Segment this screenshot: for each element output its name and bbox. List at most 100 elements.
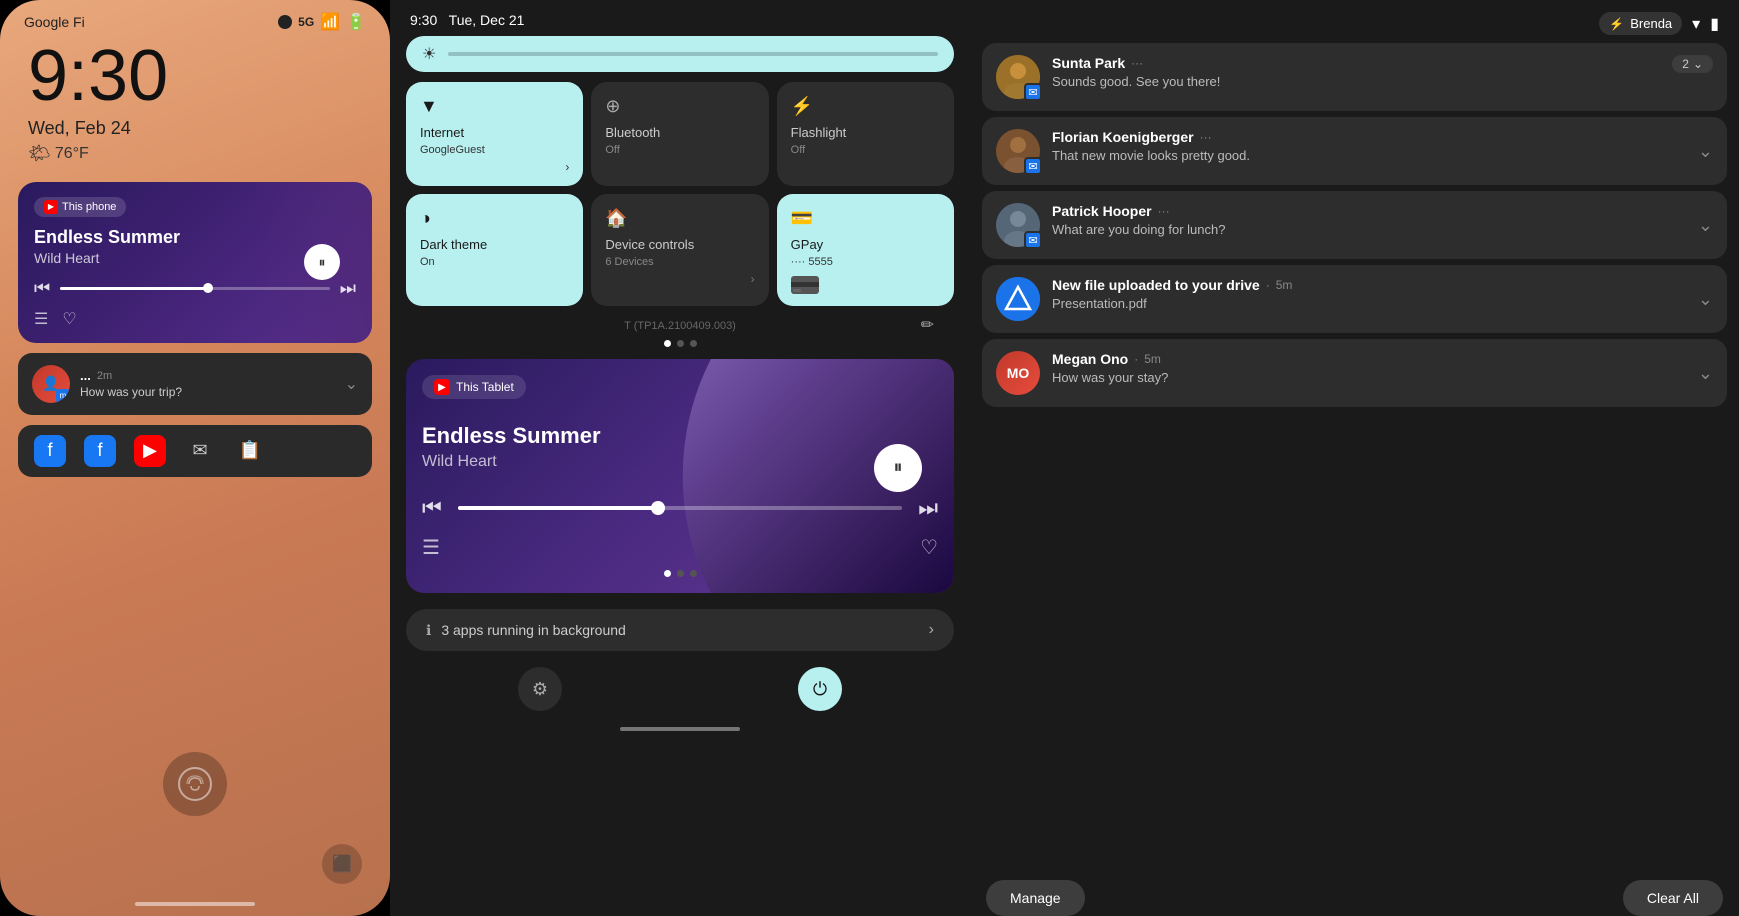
notification-item-sunta[interactable]: ✉ Sunta Park ··· Sounds good. See you th… [982,43,1727,111]
qs-tile-flashlight[interactable]: ⚡ Flashlight Off [777,82,954,186]
megan-chevron-icon[interactable]: ⌄ [1698,363,1713,384]
tablet-status-bar: 9:30 Tue, Dec 21 [390,0,970,36]
dock-clipboard-icon[interactable]: 📋 [234,435,266,467]
qs-tile-internet[interactable]: ▼ Internet GoogleGuest › [406,82,583,186]
settings-button[interactable]: ⚙ [518,667,562,711]
phone-music-progress [60,287,330,290]
tablet-pause-button[interactable]: ⏸ [874,444,922,492]
notifs-battery-icon: ▮ [1710,14,1719,34]
qs-tile-dark-theme[interactable]: ◑ Dark theme On [406,194,583,306]
phone-app-dock: f f ▶ ✉ 📋 [18,425,372,477]
phone-notif-chevron-icon[interactable]: ⌄ [345,374,358,394]
phone-panel: Google Fi 5G 📶 🔋 9:30 Wed, Feb 24 🌤 76°F… [0,0,390,916]
battery-icon: 🔋 [346,12,366,32]
bg-apps-arrow-icon: › [929,621,934,639]
weather-temp: 76°F [55,145,89,163]
tablet-heart-button[interactable]: ♡ [920,535,938,560]
fingerprint-button[interactable] [163,752,227,816]
notification-item-megan[interactable]: MO Megan Ono · 5m How was your stay? ⌄ [982,339,1727,407]
florian-chevron-icon[interactable]: ⌄ [1698,141,1713,162]
clear-all-button[interactable]: Clear All [1623,880,1723,916]
tablet-next-button[interactable]: ⏭ [918,495,938,521]
dock-facebook2-icon[interactable]: f [84,435,116,467]
phone-status-bar: Google Fi 5G 📶 🔋 [0,0,390,32]
qs-dark-theme-label: Dark theme [420,237,569,252]
dock-messages-icon[interactable]: ✉ [184,435,216,467]
dock-facebook-icon[interactable]: f [34,435,66,467]
qs-internet-sub: GoogleGuest [420,144,569,156]
tablet-music-widget: ▶ This Tablet Endless Summer Wild Heart … [406,359,954,593]
phone-queue-button[interactable]: ☰ [34,309,48,329]
notification-item-florian[interactable]: ✉ Florian Koenigberger ··· That new movi… [982,117,1727,185]
qs-flashlight-sub: Off [791,144,940,156]
signal-icon: 📶 [320,12,340,32]
phone-prev-button[interactable]: ⏮ [34,278,50,299]
gpay-icon: 💳 [791,208,940,229]
phone-notification-card[interactable]: 👤 m ... 2m How was your trip? ⌄ [18,353,372,415]
florian-name: Florian Koenigberger [1052,129,1194,145]
drive-avatar [996,277,1040,321]
page-dot-2 [677,340,684,347]
florian-notif-content: Florian Koenigberger ··· That new movie … [1052,129,1686,163]
brightness-slider-row[interactable]: ☀ [406,36,954,72]
tablet-date: Tue, Dec 21 [449,12,525,28]
sunta-expand-badge[interactable]: 2 ⌄ [1672,55,1713,73]
notification-list: ✉ Sunta Park ··· Sounds good. See you th… [982,43,1727,870]
drive-notif-time: 5m [1276,278,1293,292]
edit-icon[interactable]: ✏ [921,315,934,335]
phone-music-title: Endless Summer [34,227,180,248]
phone-music-artist: Wild Heart [34,250,180,266]
phone-notif-avatar: 👤 m [32,365,70,403]
tablet-music-badge-label: This Tablet [456,380,514,394]
qs-tile-device-controls[interactable]: 🏠 Device controls 6 Devices › [591,194,768,306]
qs-internet-label: Internet [420,125,569,140]
music-app-icon: ▶ [44,200,58,214]
phone-music-controls: ⏮ ⏭ [34,278,356,299]
qs-device-controls-sub: 6 Devices [605,256,754,268]
power-button[interactable]: ⏻ [798,667,842,711]
tablet-music-badge: ▶ This Tablet [422,375,526,399]
tablet-music-controls: ⏮ ⏭ [422,495,938,521]
patrick-chevron-icon[interactable]: ⌄ [1698,215,1713,236]
phone-pause-button[interactable]: ⏸ [304,244,340,280]
florian-app-badge: ✉ [1024,157,1042,175]
notification-item-drive[interactable]: New file uploaded to your drive · 5m Pre… [982,265,1727,333]
phone-heart-button[interactable]: ♡ [62,309,76,329]
bluetooth-icon: ⊕ [605,96,754,117]
drive-notif-header: New file uploaded to your drive · 5m [1052,277,1686,293]
weather-icon: 🌤 [28,143,51,164]
notifs-status-bar: ⚡ Brenda ▾ ▮ [982,0,1727,43]
qs-gpay-label: GPay [791,237,940,252]
bg-apps-text: 3 apps running in background [441,622,918,638]
tablet-prev-button[interactable]: ⏮ [422,495,442,521]
notification-item-patrick[interactable]: ✉ Patrick Hooper ··· What are you doing … [982,191,1727,259]
qs-gpay-sub: ···· 5555 [791,256,940,268]
music-dot-3 [690,570,697,577]
florian-notif-text: That new movie looks pretty good. [1052,148,1686,163]
qs-tile-gpay[interactable]: 💳 GPay ···· 5555 [777,194,954,306]
qs-device-controls-label: Device controls [605,237,754,252]
patrick-notif-content: Patrick Hooper ··· What are you doing fo… [1052,203,1686,237]
phone-music-badge-label: This phone [62,201,116,213]
phone-notif-app-badge: m [56,389,70,403]
flashlight-icon: ⚡ [791,96,940,117]
user-chip: ⚡ Brenda [1599,12,1682,35]
tablet-time-date: 9:30 Tue, Dec 21 [410,12,524,28]
phone-next-button[interactable]: ⏭ [340,278,356,299]
qs-bluetooth-label: Bluetooth [605,125,754,140]
drive-chevron-icon[interactable]: ⌄ [1698,289,1713,310]
drive-notif-content: New file uploaded to your drive · 5m Pre… [1052,277,1686,311]
drive-notif-name: New file uploaded to your drive [1052,277,1260,293]
manage-button[interactable]: Manage [986,880,1085,916]
tablet-queue-button[interactable]: ☰ [422,535,440,560]
qs-internet-arrow-icon: › [565,160,569,174]
sunta-expand-chevron-icon: ⌄ [1693,57,1703,71]
music-dot-1 [664,570,671,577]
background-apps-row[interactable]: ℹ 3 apps running in background › [406,609,954,651]
sunta-notif-text: Sounds good. See you there! [1052,74,1660,89]
tablet-home-indicator [620,727,740,731]
phone-status-icons: 5G 📶 🔋 [278,12,366,32]
dock-youtube-icon[interactable]: ▶ [134,435,166,467]
qs-tile-bluetooth[interactable]: ⊕ Bluetooth Off [591,82,768,186]
recent-apps-button[interactable]: ⬛ [322,844,362,884]
